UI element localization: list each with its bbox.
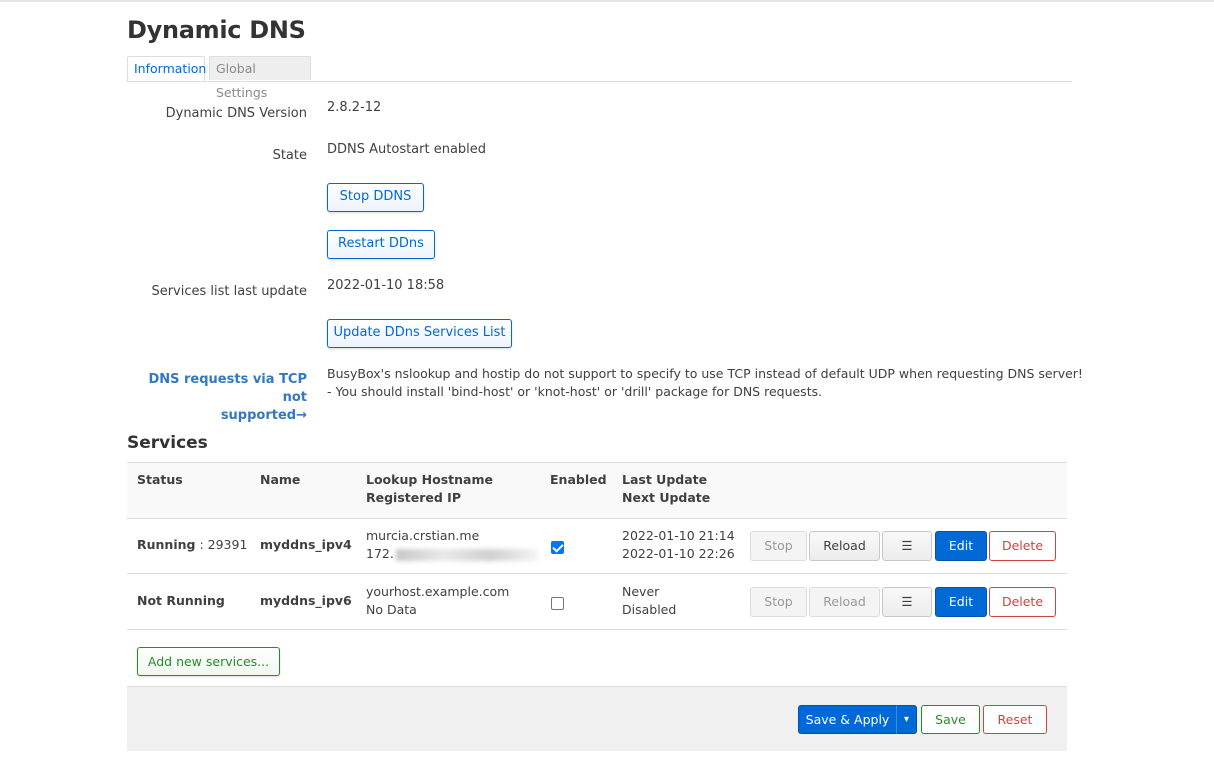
menu-button[interactable]: ☰ bbox=[882, 531, 932, 561]
reload-button[interactable]: Reload bbox=[809, 531, 880, 561]
registered-ip: 172. bbox=[366, 545, 538, 563]
table-row: Not Running myddns_ipv6 yourhost.example… bbox=[127, 573, 1067, 630]
page-title: Dynamic DNS bbox=[127, 16, 306, 44]
enabled-checkbox[interactable] bbox=[551, 597, 564, 610]
col-last-update: Last Update bbox=[622, 472, 708, 487]
next-update: Disabled bbox=[622, 602, 677, 617]
col-next-update: Next Update bbox=[622, 490, 711, 505]
tcp-warning-link[interactable]: DNS requests via TCP not supported→ bbox=[127, 371, 307, 425]
last-update: Never bbox=[622, 584, 660, 599]
delete-button[interactable]: Delete bbox=[989, 531, 1056, 561]
status-text: Not Running bbox=[137, 593, 225, 608]
col-name: Name bbox=[260, 472, 301, 487]
tcp-warning-line1: DNS requests via TCP not bbox=[148, 372, 307, 405]
status-cell: Running : 29391 bbox=[137, 536, 247, 554]
status-cell: Not Running bbox=[137, 592, 225, 610]
next-update: 2022-01-10 22:26 bbox=[622, 546, 735, 561]
stop-button[interactable]: Stop bbox=[750, 587, 807, 617]
registered-ip: No Data bbox=[366, 602, 417, 617]
menu-button[interactable]: ☰ bbox=[882, 587, 932, 617]
tcp-warning-text-line1: BusyBox's nslookup and hostip do not sup… bbox=[327, 366, 1083, 381]
save-apply-button[interactable]: Save & Apply bbox=[798, 705, 897, 734]
redacted-ip-blur bbox=[395, 548, 538, 561]
lookup-hostname: yourhost.example.com bbox=[366, 584, 510, 599]
col-status: Status bbox=[137, 472, 183, 487]
stop-button[interactable]: Stop bbox=[750, 531, 807, 561]
col-enabled: Enabled bbox=[550, 472, 607, 487]
table-header: Status Name Lookup Hostname Registered I… bbox=[127, 462, 1067, 519]
last-update: 2022-01-10 21:14 bbox=[622, 528, 735, 543]
delete-button[interactable]: Delete bbox=[989, 587, 1056, 617]
enabled-checkbox[interactable] bbox=[551, 541, 564, 554]
lookup-hostname: murcia.crstian.me bbox=[366, 528, 480, 543]
version-value: 2.8.2-12 bbox=[327, 100, 382, 115]
update-services-list-button[interactable]: Update DDns Services List bbox=[327, 319, 512, 348]
edit-button[interactable]: Edit bbox=[935, 531, 987, 561]
status-text: Running bbox=[137, 537, 196, 552]
state-value: DDNS Autostart enabled bbox=[327, 142, 487, 157]
col-lookup-hostname: Lookup Hostname bbox=[366, 472, 493, 487]
state-label: State bbox=[272, 148, 307, 163]
version-label: Dynamic DNS Version bbox=[165, 106, 307, 121]
service-name: myddns_ipv4 bbox=[260, 537, 352, 552]
service-name: myddns_ipv6 bbox=[260, 593, 352, 608]
add-service-button[interactable]: Add new services... bbox=[137, 647, 280, 676]
services-update-label: Services list last update bbox=[151, 284, 307, 299]
tab-bar: Information Global Settings bbox=[127, 56, 1072, 100]
table-row: Running : 29391 myddns_ipv4 murcia.crsti… bbox=[127, 517, 1067, 574]
tab-information[interactable]: Information bbox=[127, 56, 206, 81]
registered-ip-prefix: 172. bbox=[366, 546, 394, 561]
save-apply-dropdown-icon[interactable]: ▾ bbox=[896, 705, 917, 734]
form-footer: Save & Apply ▾ Save Reset bbox=[127, 686, 1067, 751]
services-update-value: 2022-01-10 18:58 bbox=[327, 278, 445, 293]
reset-button[interactable]: Reset bbox=[983, 705, 1047, 734]
tab-global-settings[interactable]: Global Settings bbox=[209, 56, 311, 100]
tcp-warning-line2: supported→ bbox=[220, 408, 307, 423]
edit-button[interactable]: Edit bbox=[935, 587, 987, 617]
col-registered-ip: Registered IP bbox=[366, 490, 461, 505]
stop-ddns-button[interactable]: Stop DDNS bbox=[327, 183, 424, 212]
tcp-warning-text-line2: - You should install 'bind-host' or 'kno… bbox=[327, 384, 823, 399]
status-pid: : 29391 bbox=[195, 537, 248, 552]
top-border bbox=[0, 0, 1214, 2]
tcp-warning-text: BusyBox's nslookup and hostip do not sup… bbox=[327, 365, 1083, 401]
save-button[interactable]: Save bbox=[921, 705, 980, 734]
restart-ddns-button[interactable]: Restart DDns bbox=[327, 230, 435, 259]
services-heading: Services bbox=[127, 433, 208, 453]
reload-button[interactable]: Reload bbox=[809, 587, 880, 617]
